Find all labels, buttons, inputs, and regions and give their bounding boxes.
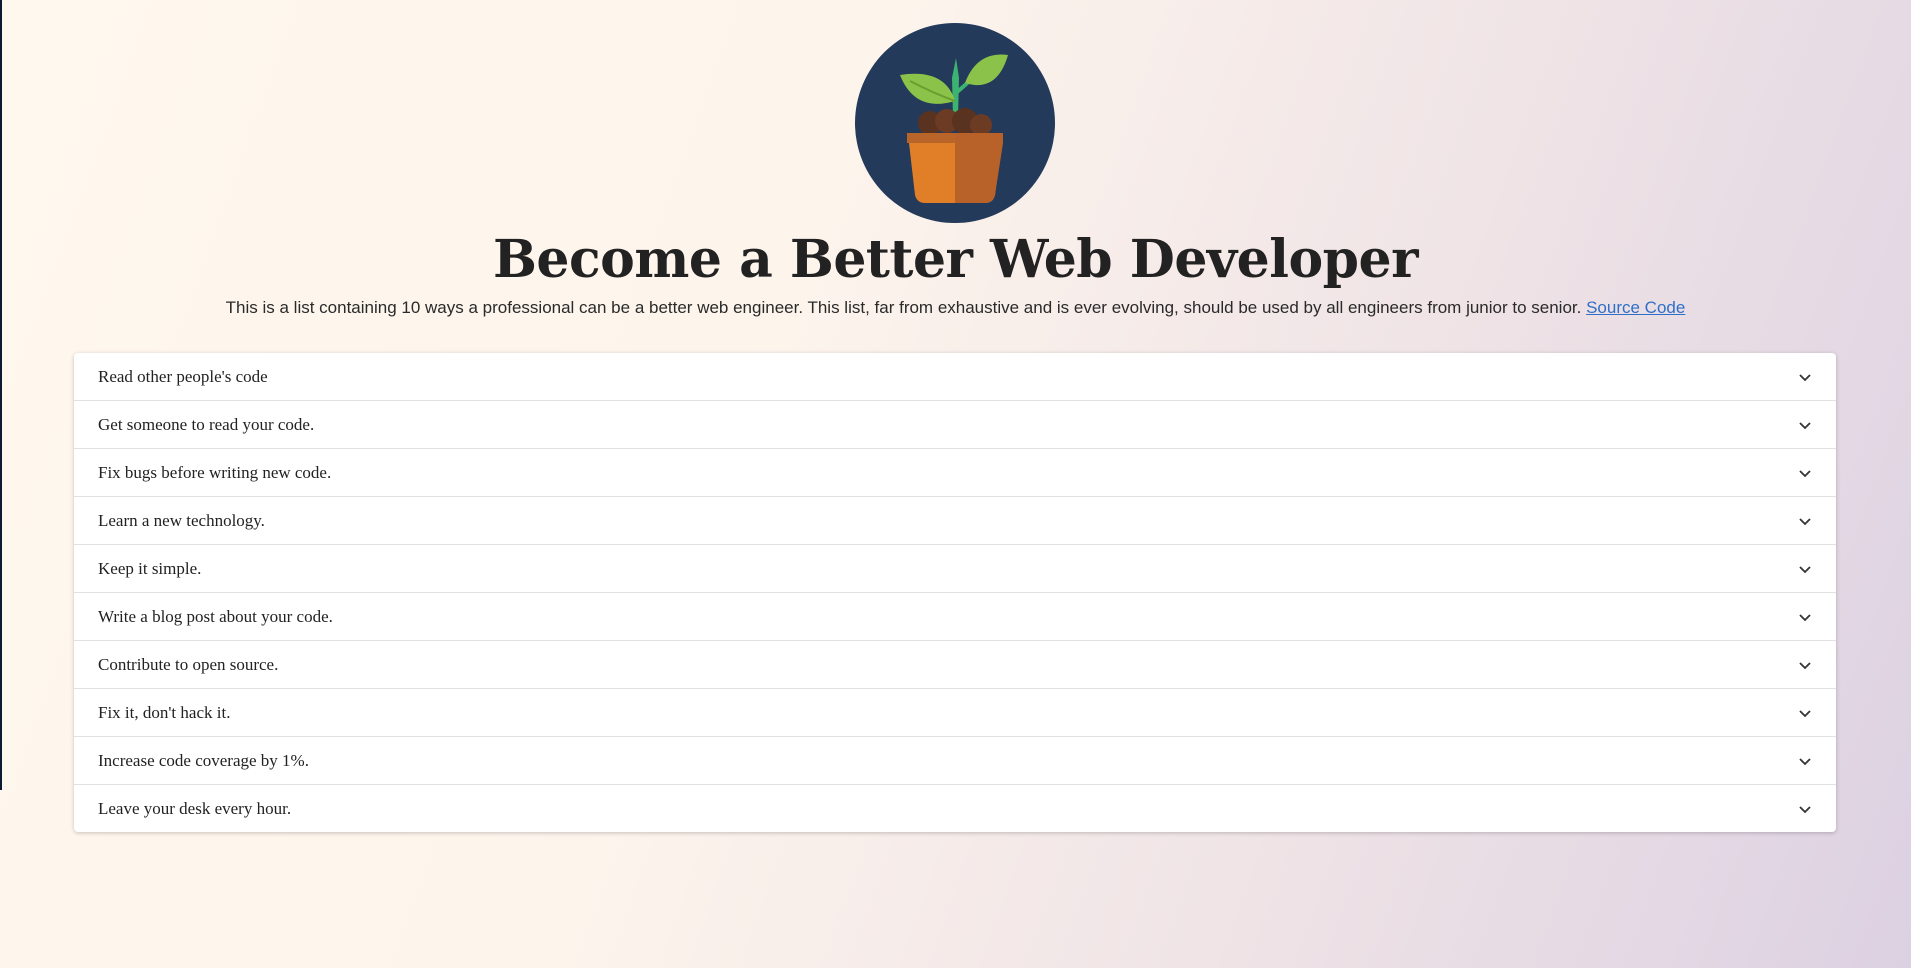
- chevron-down-icon: [1798, 466, 1812, 480]
- accordion-item-label: Fix it, don't hack it.: [98, 702, 231, 722]
- chevron-down-icon: [1798, 370, 1812, 384]
- subtitle-text: This is a list containing 10 ways a prof…: [225, 298, 1582, 317]
- accordion-item-blog-post[interactable]: Write a blog post about your code.: [74, 593, 1836, 641]
- accordion-item-label: Contribute to open source.: [98, 654, 279, 674]
- chevron-down-icon: [1798, 418, 1812, 432]
- accordion-item-label: Learn a new technology.: [98, 510, 265, 530]
- accordion-item-leave-desk[interactable]: Leave your desk every hour.: [74, 785, 1836, 832]
- plant-pot-icon: [855, 23, 1055, 223]
- accordion-item-get-code-read[interactable]: Get someone to read your code.: [74, 401, 1836, 449]
- accordion-item-label: Write a blog post about your code.: [98, 606, 333, 626]
- page-title: Become a Better Web Developer: [492, 229, 1419, 290]
- chevron-down-icon: [1798, 706, 1812, 720]
- source-code-link[interactable]: Source Code: [1586, 298, 1685, 317]
- page-subtitle: This is a list containing 10 ways a prof…: [0, 296, 1911, 320]
- accordion-item-label: Increase code coverage by 1%.: [98, 750, 309, 770]
- chevron-down-icon: [1798, 514, 1812, 528]
- chevron-down-icon: [1798, 658, 1812, 672]
- accordion-item-fix-bugs-first[interactable]: Fix bugs before writing new code.: [74, 449, 1836, 497]
- accordion-item-open-source[interactable]: Contribute to open source.: [74, 641, 1836, 689]
- chevron-down-icon: [1798, 610, 1812, 624]
- accordion-item-label: Keep it simple.: [98, 558, 202, 578]
- tips-accordion: Read other people's code Get someone to …: [74, 353, 1836, 832]
- chevron-down-icon: [1798, 562, 1812, 576]
- accordion-item-keep-simple[interactable]: Keep it simple.: [74, 545, 1836, 593]
- window-edge: [0, 0, 2, 790]
- accordion-item-read-others-code[interactable]: Read other people's code: [74, 353, 1836, 401]
- accordion-item-label: Get someone to read your code.: [98, 414, 315, 434]
- chevron-down-icon: [1798, 754, 1812, 768]
- chevron-down-icon: [1798, 802, 1812, 816]
- logo: [855, 23, 1055, 223]
- accordion-item-learn-technology[interactable]: Learn a new technology.: [74, 497, 1836, 545]
- accordion-item-label: Fix bugs before writing new code.: [98, 462, 332, 482]
- accordion-item-code-coverage[interactable]: Increase code coverage by 1%.: [74, 737, 1836, 785]
- accordion-item-label: Leave your desk every hour.: [98, 798, 292, 818]
- accordion-item-fix-dont-hack[interactable]: Fix it, don't hack it.: [74, 689, 1836, 737]
- accordion-item-label: Read other people's code: [98, 366, 268, 386]
